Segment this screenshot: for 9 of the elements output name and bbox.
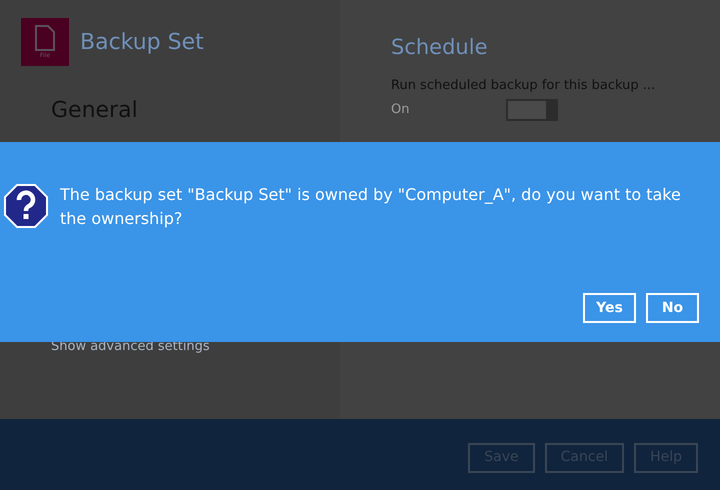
toggle-switch[interactable]	[506, 99, 558, 121]
dialog-button[interactable]: Yes	[583, 293, 636, 323]
backup-set-title: Backup Set	[80, 28, 204, 56]
dialog-button[interactable]: No	[646, 293, 699, 323]
document-icon	[35, 25, 55, 51]
question-icon	[4, 184, 48, 228]
dialog-message: The backup set "Backup Set" is owned by "Computer_A", do you want to take the ownership?	[60, 184, 682, 230]
switch-state-label: On	[391, 101, 410, 120]
schedule-heading: Schedule	[391, 34, 488, 61]
